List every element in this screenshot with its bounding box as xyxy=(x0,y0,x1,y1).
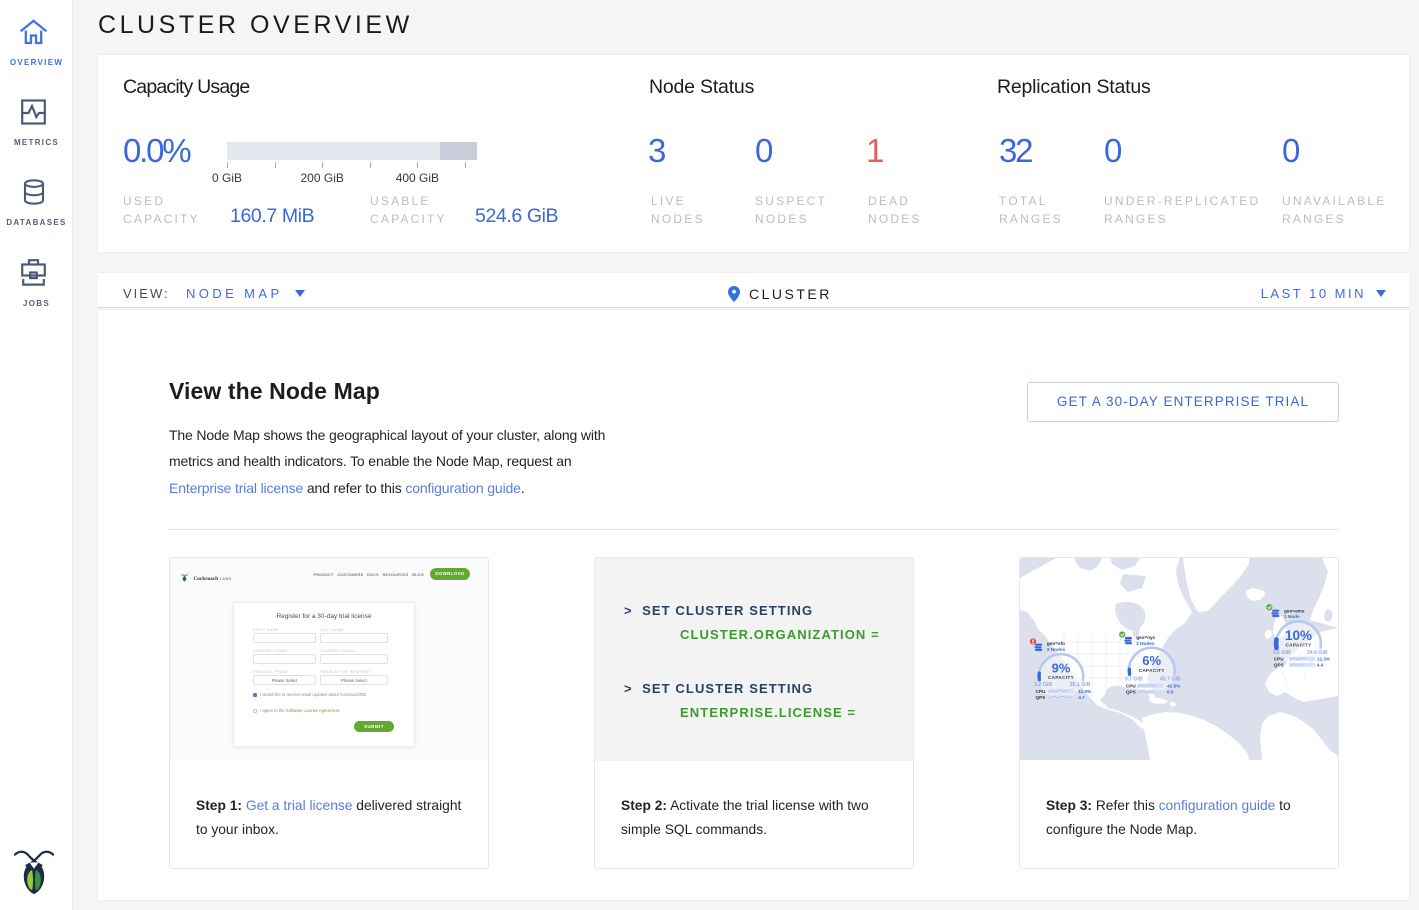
svg-text:CAPACITY: CAPACITY xyxy=(1048,675,1075,680)
svg-text:35.1 GiB: 35.1 GiB xyxy=(1070,682,1091,688)
svg-text:QPS: QPS xyxy=(1126,690,1136,695)
svg-text:4.4: 4.4 xyxy=(1317,663,1324,668)
svg-text:QPS: QPS xyxy=(1036,695,1046,700)
svg-text:geo=sfo: geo=sfo xyxy=(1047,641,1065,646)
svg-text:2 Nodes: 2 Nodes xyxy=(1047,647,1066,652)
svg-text:1 Node: 1 Node xyxy=(1284,614,1300,619)
svg-text:geo=nyc: geo=nyc xyxy=(1136,635,1156,640)
svg-text:CPU: CPU xyxy=(1126,683,1137,688)
svg-text:2 Nodes: 2 Nodes xyxy=(1136,641,1155,646)
svg-text:9%: 9% xyxy=(1052,661,1071,676)
svg-text:34.4 GiB: 34.4 GiB xyxy=(1307,650,1328,656)
svg-text:12.3%: 12.3% xyxy=(1317,656,1331,661)
svg-text:3.7 GiB: 3.7 GiB xyxy=(1125,676,1143,682)
svg-text:CPU: CPU xyxy=(1274,656,1285,661)
svg-text:geo=ams: geo=ams xyxy=(1284,608,1305,613)
svg-text:CAPACITY: CAPACITY xyxy=(1285,643,1312,648)
svg-text:CAPACITY: CAPACITY xyxy=(1139,668,1166,673)
svg-text:QPS: QPS xyxy=(1274,663,1284,668)
svg-text:4.7: 4.7 xyxy=(1078,695,1085,700)
svg-text:0.0: 0.0 xyxy=(1167,690,1174,695)
svg-text:10%: 10% xyxy=(1285,628,1312,643)
svg-text:3.2 GiB: 3.2 GiB xyxy=(1034,682,1052,688)
svg-text:6%: 6% xyxy=(1142,653,1161,668)
svg-text:42.5%: 42.5% xyxy=(1167,683,1181,688)
svg-text:45.7 GiB: 45.7 GiB xyxy=(1160,676,1181,682)
svg-text:CPU: CPU xyxy=(1036,689,1047,694)
svg-text:3.6 GiB: 3.6 GiB xyxy=(1273,650,1291,656)
svg-text:11.0%: 11.0% xyxy=(1078,689,1092,694)
